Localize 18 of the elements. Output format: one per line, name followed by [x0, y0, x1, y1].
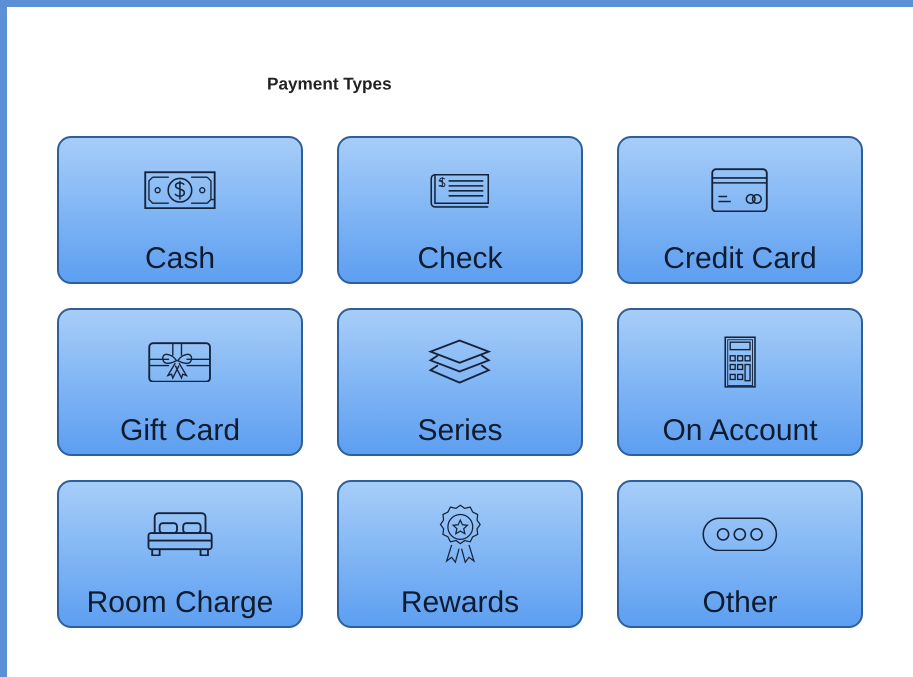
payment-type-button[interactable]: Other — [617, 480, 863, 628]
payment-type-button[interactable]: On Account — [617, 308, 863, 456]
payment-type-button[interactable]: Series — [337, 308, 583, 456]
payment-type-button[interactable]: Gift Card — [57, 308, 303, 456]
award-ribbon-icon — [438, 504, 482, 564]
payment-type-button[interactable]: Credit Card — [617, 136, 863, 284]
payment-type-button[interactable]: Check — [337, 136, 583, 284]
payment-type-button[interactable]: Cash — [57, 136, 303, 284]
banknote-icon — [144, 170, 216, 210]
gift-card-icon — [148, 342, 212, 382]
bed-icon — [146, 512, 214, 556]
more-options-icon — [702, 516, 778, 552]
payment-type-button[interactable]: Room Charge — [57, 480, 303, 628]
payment-type-button[interactable]: Rewards — [337, 480, 583, 628]
cheque-icon — [430, 171, 490, 209]
calculator-icon — [724, 336, 756, 388]
credit-card-icon — [711, 168, 769, 212]
stacked-layers-icon — [428, 338, 492, 386]
